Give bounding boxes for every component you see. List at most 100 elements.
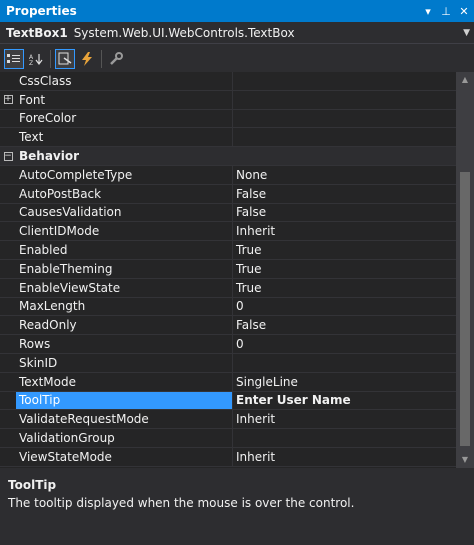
property-value[interactable]: True [233,281,456,295]
property-row-validaterequestmode[interactable]: ValidateRequestMode Inherit [0,410,456,430]
property-name: ForeColor [16,109,233,128]
category-name: Behavior [19,149,80,164]
property-value[interactable]: Inherit [233,224,456,238]
property-value[interactable]: False [233,318,456,332]
row-gutter [0,316,16,334]
property-row-autocompletetype[interactable]: AutoCompleteType None [0,165,456,185]
property-name: Text [16,128,233,147]
row-gutter [0,429,16,447]
row-gutter [0,166,16,184]
property-name: CausesValidation [16,203,233,222]
property-name: AutoCompleteType [16,165,233,184]
property-row-cssclass[interactable]: CssClass [0,72,456,91]
property-row-skinid[interactable]: SkinID [0,353,456,373]
window-position-dropdown-icon[interactable]: ▾ [420,5,436,18]
property-value[interactable]: 0 [233,299,456,313]
title-bar: Properties ▾ ⊥ ✕ [0,0,474,22]
description-title: ToolTip [8,478,57,492]
property-row-forecolor[interactable]: ForeColor [0,109,456,129]
row-gutter [0,354,16,372]
row-gutter [0,241,16,259]
events-lightning-icon[interactable] [77,49,97,69]
window-title: Properties [6,4,77,18]
property-row-textmode[interactable]: TextMode SingleLine [0,372,456,392]
row-gutter [0,222,16,240]
object-name: TextBox1 [6,25,68,40]
row-gutter [0,110,16,128]
scrollbar-thumb[interactable] [460,172,470,446]
category-row-behavior[interactable]: − Behavior [0,147,456,166]
property-name: ValidateRequestMode [16,410,233,429]
toolbar-separator [101,49,102,68]
row-gutter [0,335,16,353]
property-row-autopostback[interactable]: AutoPostBack False [0,184,456,204]
vertical-scrollbar[interactable]: ▲ ▼ [456,72,474,468]
property-row-tooltip[interactable]: ToolTip Enter User Name [0,391,456,411]
property-name: ValidationGroup [16,429,233,447]
property-name: EnableTheming [16,259,233,278]
pin-icon[interactable]: ⊥ [438,5,454,18]
close-icon[interactable]: ✕ [456,5,472,18]
property-row-causesvalidation[interactable]: CausesValidation False [0,203,456,223]
row-gutter [0,72,16,90]
property-name: ReadOnly [16,316,233,335]
row-gutter [0,392,16,410]
property-name: EnableViewState [16,278,233,297]
toolbar-separator [50,49,51,68]
property-name: Enabled [16,241,233,259]
object-type: System.Web.UI.WebControls.TextBox [73,25,295,40]
properties-toolbar: AZ [0,45,474,72]
categorized-view-icon[interactable] [4,48,24,69]
property-name: TextMode [16,372,233,391]
row-gutter: − [0,147,16,165]
row-gutter [0,185,16,203]
property-name: ViewStateMode [16,447,233,466]
property-grid: CssClass + Font ForeColor Text − Behavio… [0,72,456,468]
property-value[interactable]: Inherit [233,412,456,426]
property-row-rows[interactable]: Rows 0 [0,335,456,354]
property-name: ToolTip [16,391,233,410]
property-value[interactable]: True [233,262,456,276]
property-value[interactable]: False [233,187,456,201]
property-row-maxlength[interactable]: MaxLength 0 [0,297,456,317]
property-name: AutoPostBack [16,184,233,203]
property-name: CssClass [16,72,233,90]
property-value[interactable]: False [233,205,456,219]
row-gutter [0,279,16,297]
property-row-readonly[interactable]: ReadOnly False [0,316,456,336]
property-pages-wrench-icon[interactable] [106,49,126,69]
property-row-viewstatemode[interactable]: ViewStateMode Inherit [0,447,456,467]
scroll-up-arrow-icon[interactable]: ▲ [456,72,474,88]
property-value[interactable]: True [233,243,456,257]
svg-text:Z: Z [29,60,33,65]
chevron-down-icon[interactable]: ▼ [463,28,470,38]
row-gutter [0,204,16,222]
property-name: ClientIDMode [16,222,233,241]
row-gutter [0,260,16,278]
property-row-font[interactable]: + Font [0,90,456,110]
property-name: Rows [16,335,233,353]
alphabetical-sort-icon[interactable]: AZ [26,49,46,69]
property-value[interactable]: Inherit [233,450,456,464]
collapse-minus-icon[interactable]: − [3,151,13,161]
property-name: Font [16,90,233,109]
property-row-clientidmode[interactable]: ClientIDMode Inherit [0,222,456,242]
property-value[interactable]: 0 [233,337,456,351]
row-gutter [0,298,16,316]
row-gutter [0,448,16,466]
row-gutter [0,373,16,391]
property-row-enabletheming[interactable]: EnableTheming True [0,259,456,279]
property-row-enabled[interactable]: Enabled True [0,241,456,260]
scroll-down-arrow-icon[interactable]: ▼ [456,452,474,468]
property-value[interactable]: None [233,168,456,182]
property-name: MaxLength [16,297,233,316]
property-row-enableviewstate[interactable]: EnableViewState True [0,278,456,298]
object-selector[interactable]: TextBox1 System.Web.UI.WebControls.TextB… [0,22,474,44]
property-value[interactable]: Enter User Name [233,393,456,407]
expand-plus-icon[interactable]: + [3,95,13,105]
property-row-validationgroup[interactable]: ValidationGroup [0,429,456,448]
property-value[interactable]: SingleLine [233,375,456,389]
row-gutter [0,128,16,146]
property-row-text[interactable]: Text [0,128,456,148]
properties-icon[interactable] [55,48,75,69]
